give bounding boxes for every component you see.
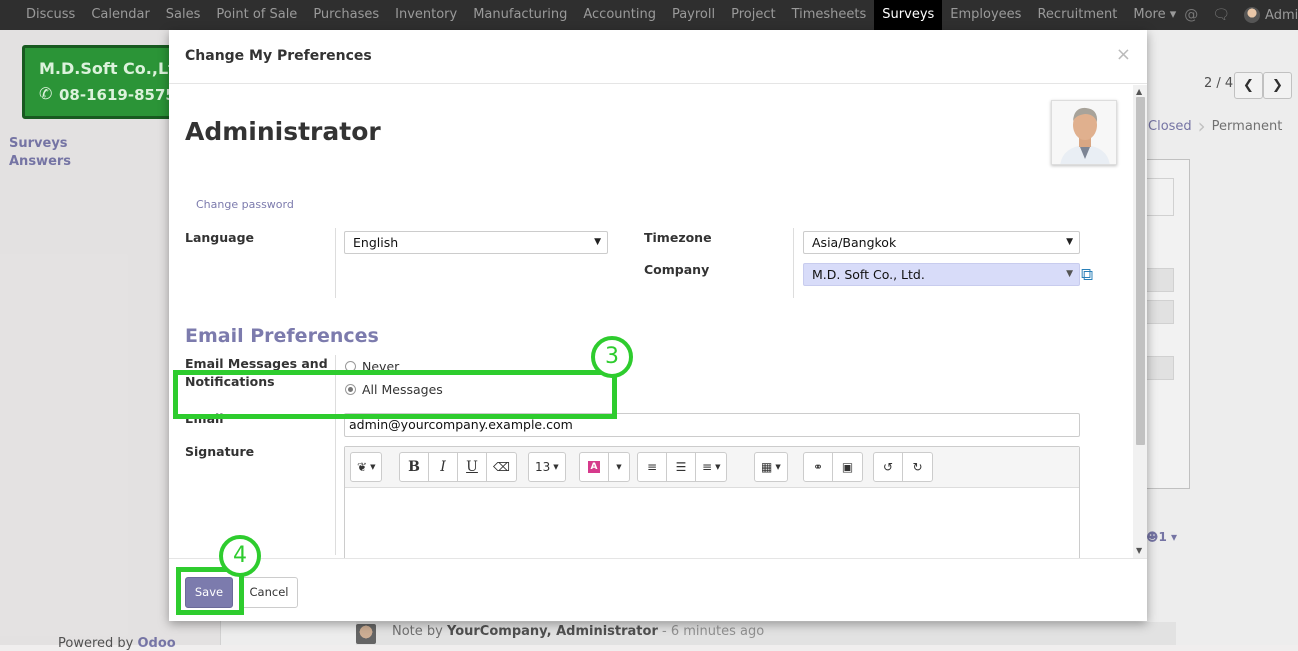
redo-button[interactable]: ↻ bbox=[903, 453, 932, 481]
step-3-badge: 3 bbox=[591, 336, 633, 378]
language-select-value: English bbox=[353, 235, 399, 250]
dialog-body: Administrator Change password Language E… bbox=[169, 85, 1147, 558]
bold-button[interactable]: B bbox=[400, 453, 429, 481]
font-size-dropdown[interactable]: 13 ▼ bbox=[529, 453, 565, 481]
nav-item-employees[interactable]: Employees bbox=[942, 0, 1029, 30]
nav-item-accounting[interactable]: Accounting bbox=[575, 0, 664, 30]
image-icon: ▣ bbox=[841, 460, 854, 474]
dialog-title: Change My Preferences bbox=[185, 48, 372, 64]
avatar bbox=[1244, 7, 1261, 23]
user-menu[interactable]: Administrator bbox=[1244, 7, 1298, 23]
nav-item-more[interactable]: More ▾ bbox=[1125, 0, 1184, 30]
close-icon[interactable]: × bbox=[1116, 44, 1131, 65]
timezone-select[interactable]: Asia/Bangkok ▼ bbox=[803, 231, 1080, 254]
image-button[interactable]: ▣ bbox=[833, 453, 862, 481]
caret-down-icon: ▼ bbox=[1066, 269, 1073, 279]
user-portrait-icon bbox=[1052, 101, 1116, 164]
color-group: A ▼ bbox=[579, 452, 630, 482]
at-icon[interactable]: @ bbox=[1184, 7, 1198, 23]
nav-item-recruitment[interactable]: Recruitment bbox=[1029, 0, 1125, 30]
list-ol-icon: ☰ bbox=[675, 460, 687, 474]
cancel-button[interactable]: Cancel bbox=[240, 577, 298, 608]
history-group: ↺ ↻ bbox=[873, 452, 933, 482]
preferences-dialog: Change My Preferences × Administrator Ch… bbox=[169, 30, 1147, 621]
caret-down-icon: ▾ bbox=[1165, 7, 1177, 22]
scroll-up-icon[interactable]: ▲ bbox=[1136, 87, 1142, 96]
nav-item-calendar[interactable]: Calendar bbox=[83, 0, 157, 30]
user-name-heading: Administrator bbox=[185, 117, 381, 146]
magic-icon: ❦ bbox=[357, 460, 368, 474]
dialog-scrollbar[interactable]: ▲ ▼ bbox=[1133, 85, 1147, 558]
color-button[interactable]: A bbox=[580, 453, 609, 481]
scrollbar-thumb[interactable] bbox=[1136, 97, 1145, 445]
company-select[interactable]: M.D. Soft Co., Ltd. ▼ bbox=[803, 263, 1080, 286]
field-separator bbox=[335, 228, 336, 298]
nav-item-sales[interactable]: Sales bbox=[158, 0, 209, 30]
nav-item-purchases[interactable]: Purchases bbox=[305, 0, 387, 30]
nav-item-payroll[interactable]: Payroll bbox=[664, 0, 723, 30]
underline-button[interactable]: U bbox=[458, 453, 487, 481]
align-left-icon: ≡ bbox=[702, 460, 713, 474]
top-navbar: Discuss Calendar Sales Point of Sale Purchas… bbox=[0, 0, 1298, 30]
list-ul-icon: ≡ bbox=[646, 460, 658, 474]
link-icon: ⚭ bbox=[812, 460, 824, 474]
color-a-icon: A bbox=[588, 461, 600, 473]
field-separator bbox=[793, 228, 794, 298]
table-icon: ▦ bbox=[761, 460, 773, 474]
fontsize-group: 13 ▼ bbox=[528, 452, 566, 482]
external-link-icon[interactable]: ⧉ bbox=[1081, 265, 1093, 285]
step-4-badge: 4 bbox=[219, 535, 261, 577]
nav-item-manufacturing[interactable]: Manufacturing bbox=[465, 0, 575, 30]
change-password-link[interactable]: Change password bbox=[196, 198, 294, 211]
italic-button[interactable]: I bbox=[429, 453, 458, 481]
link-button[interactable]: ⚭ bbox=[804, 453, 833, 481]
table-dropdown[interactable]: ▦ ▼ bbox=[755, 453, 787, 481]
caret-down-icon: ▼ bbox=[1066, 237, 1073, 247]
timezone-label: Timezone bbox=[644, 230, 712, 245]
language-select[interactable]: English ▼ bbox=[344, 231, 608, 254]
company-select-value: M.D. Soft Co., Ltd. bbox=[812, 267, 925, 282]
nav-item-discuss[interactable]: Discuss bbox=[18, 0, 83, 30]
font-size-value: 13 bbox=[535, 460, 551, 474]
nav-item-surveys[interactable]: Surveys bbox=[874, 0, 943, 30]
table-group: ▦ ▼ bbox=[754, 452, 788, 482]
signature-editor[interactable]: ❦ ▼ B I U ⌫ 13 ▼ A ▼ ≡ ☰ ≡ ▼ ▦ ▼ ⚭ ▣ ↺ ↻ bbox=[344, 446, 1080, 558]
eraser-button[interactable]: ⌫ bbox=[487, 453, 516, 481]
navbar-right: @ 🗨 Administrator bbox=[1184, 7, 1298, 23]
email-preferences-title: Email Preferences bbox=[185, 325, 379, 347]
font-group: B I U ⌫ bbox=[399, 452, 517, 482]
editor-toolbar: ❦ ▼ B I U ⌫ 13 ▼ A ▼ ≡ ☰ ≡ ▼ ▦ ▼ ⚭ ▣ ↺ ↻ bbox=[345, 447, 1079, 488]
nav-item-inventory[interactable]: Inventory bbox=[387, 0, 465, 30]
eraser-icon: ⌫ bbox=[493, 460, 510, 474]
notif-label-line1: Email Messages and bbox=[185, 356, 328, 371]
nav-item-point-of-sale[interactable]: Point of Sale bbox=[208, 0, 305, 30]
redo-icon: ↻ bbox=[912, 460, 923, 474]
style-group: ❦ ▼ bbox=[350, 452, 383, 482]
signature-label: Signature bbox=[185, 444, 255, 459]
undo-icon: ↺ bbox=[882, 460, 894, 474]
app-menu: Discuss Calendar Sales Point of Sale Purchas… bbox=[0, 0, 1184, 30]
nav-item-timesheets[interactable]: Timesheets bbox=[784, 0, 875, 30]
numbered-list-button[interactable]: ☰ bbox=[667, 453, 696, 481]
timezone-select-value: Asia/Bangkok bbox=[812, 235, 897, 250]
dialog-header: Change My Preferences × bbox=[169, 30, 1147, 84]
style-dropdown[interactable]: ❦ ▼ bbox=[351, 453, 381, 481]
email-highlight-box bbox=[173, 370, 617, 419]
caret-down-icon: ▼ bbox=[594, 237, 601, 247]
user-menu-name: Administrator bbox=[1265, 7, 1298, 23]
scroll-down-icon[interactable]: ▼ bbox=[1136, 546, 1142, 555]
user-photo[interactable] bbox=[1051, 100, 1117, 165]
language-label: Language bbox=[185, 230, 255, 245]
insert-group: ⚭ ▣ bbox=[803, 452, 863, 482]
paragraph-group: ≡ ☰ ≡ ▼ bbox=[637, 452, 728, 482]
email-field-value: admin@yourcompany.example.com bbox=[349, 417, 573, 432]
nav-item-project[interactable]: Project bbox=[723, 0, 783, 30]
undo-button[interactable]: ↺ bbox=[874, 453, 903, 481]
align-dropdown[interactable]: ≡ ▼ bbox=[696, 453, 726, 481]
color-dropdown[interactable]: ▼ bbox=[609, 453, 629, 481]
company-label: Company bbox=[644, 262, 710, 277]
bullet-list-button[interactable]: ≡ bbox=[638, 453, 667, 481]
chat-icon[interactable]: 🗨 bbox=[1212, 7, 1230, 23]
dialog-footer: Save Cancel bbox=[169, 558, 1147, 621]
